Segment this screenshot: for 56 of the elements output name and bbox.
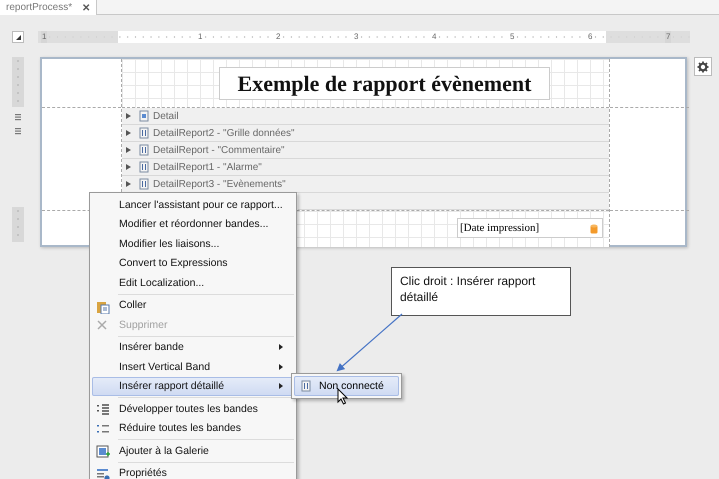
settings-button[interactable] xyxy=(694,57,712,76)
band-handle-icon xyxy=(14,113,22,121)
menu-item[interactable]: Développer toutes les bandes xyxy=(92,399,294,418)
expand-arrow-icon[interactable] xyxy=(126,164,131,170)
menu-item[interactable]: Réduire toutes les bandes xyxy=(92,418,294,438)
expand-arrow-icon[interactable] xyxy=(126,181,131,187)
menu-item[interactable]: Coller xyxy=(92,296,294,315)
vertical-ruler xyxy=(12,57,24,107)
vertical-ruler xyxy=(12,207,24,242)
menu-item[interactable]: Ajouter à la Galerie xyxy=(92,441,294,460)
band-icon xyxy=(139,178,149,190)
expand-arrow-icon[interactable] xyxy=(126,130,131,136)
callout-arrow xyxy=(336,314,402,372)
menu-item[interactable]: Modifier les liaisons... xyxy=(92,234,294,254)
band-icon xyxy=(301,380,311,392)
band-label: DetailReport2 - "Grille données" xyxy=(153,128,295,138)
menu-item[interactable]: Insérer rapport détaillé xyxy=(92,376,294,396)
menu-item[interactable]: Non connecté xyxy=(294,376,399,396)
band-row[interactable]: Detail xyxy=(122,108,609,125)
menu-item[interactable]: Lancer l'assistant pour ce rapport... xyxy=(92,195,294,214)
band-icon xyxy=(139,144,149,156)
gallery-icon xyxy=(96,445,111,459)
band-handle-icon xyxy=(14,127,22,135)
settings-icon xyxy=(697,60,709,72)
band-row[interactable]: DetailReport1 - "Alarme" xyxy=(122,159,609,176)
list-icon xyxy=(96,403,110,416)
date-field[interactable]: [Date impression] xyxy=(457,218,603,238)
callout-text: Clic droit : Insérer rapport détaillé xyxy=(400,273,536,305)
ruler-toggle-button[interactable] xyxy=(12,31,24,43)
band-label: Detail xyxy=(153,110,179,122)
clipboard-icon xyxy=(96,300,110,314)
band-label: DetailReport - "Commentaire" xyxy=(153,144,285,156)
close-icon[interactable]: ✕ xyxy=(82,2,90,14)
band-label: DetailReport1 - "Alarme" xyxy=(153,162,262,172)
band-label: DetailReport3 - "Evènements" xyxy=(153,178,286,190)
list-icon xyxy=(96,422,110,434)
expand-arrow-icon[interactable] xyxy=(126,113,131,119)
menu-item[interactable]: Convert to Expressions xyxy=(92,254,294,273)
expand-arrow-icon[interactable] xyxy=(126,147,131,153)
ruler-number: 1 xyxy=(41,31,48,43)
menu-item[interactable]: Propriétés xyxy=(92,464,294,479)
band-icon xyxy=(139,110,149,122)
band-icon xyxy=(139,161,149,173)
ruler-number: 7 xyxy=(665,31,672,43)
menu-item[interactable]: Modifier et réordonner bandes... xyxy=(92,214,294,234)
menu-item[interactable]: Insert Vertical Band xyxy=(92,357,294,376)
menu-item[interactable]: Edit Localization... xyxy=(92,273,294,292)
close-icon xyxy=(96,319,108,331)
properties-icon xyxy=(96,468,110,479)
band-row[interactable]: DetailReport - "Commentaire" xyxy=(122,142,609,159)
band-icon xyxy=(139,127,149,139)
menu-item[interactable]: Insérer bande xyxy=(92,338,294,357)
band-row[interactable]: DetailReport3 - "Evènements" xyxy=(122,176,609,193)
document-tab[interactable]: reportProcess* ✕ xyxy=(0,0,98,15)
report-title[interactable]: Exemple de rapport évènement xyxy=(219,67,550,100)
band-row[interactable]: DetailReport2 - "Grille données" xyxy=(122,125,609,142)
